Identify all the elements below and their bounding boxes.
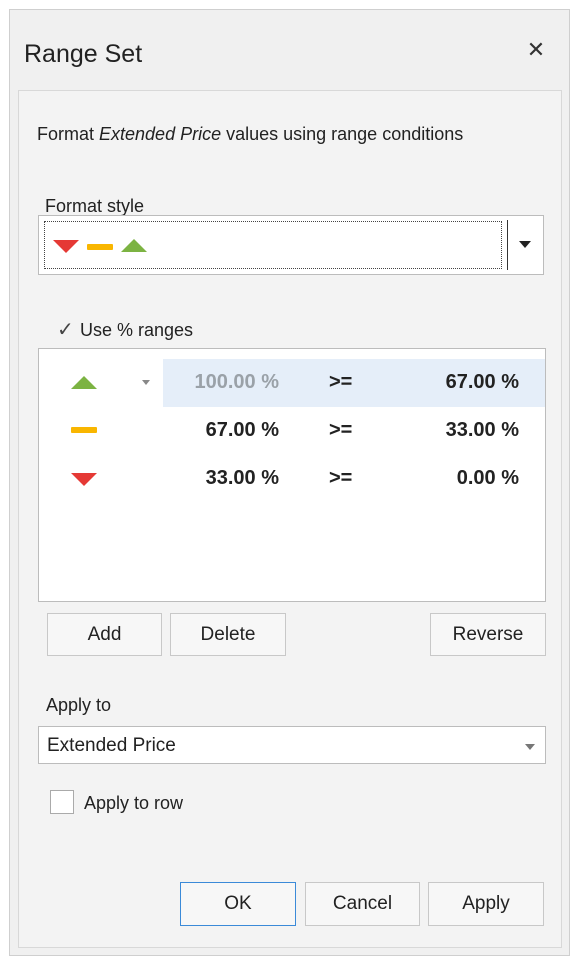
range-to-value[interactable]: 67.00 % <box>409 371 519 394</box>
apply-to-combo[interactable]: Extended Price <box>38 726 546 764</box>
range-row[interactable]: 33.00 % >= 0.00 % <box>39 455 545 503</box>
apply-to-value: Extended Price <box>47 735 176 756</box>
range-from-value[interactable]: 33.00 % <box>179 467 279 490</box>
dialog-title: Range Set <box>24 40 143 68</box>
format-style-combo[interactable] <box>38 215 544 275</box>
range-operator[interactable]: >= <box>329 467 352 490</box>
apply-button[interactable]: Apply <box>428 882 544 926</box>
ok-button[interactable]: OK <box>180 882 296 926</box>
apply-to-label: Apply to <box>46 695 112 715</box>
ranges-grid: 100.00 % >= 67.00 % 67.00 % >= 33.00 % 3… <box>38 348 546 602</box>
range-to-value[interactable]: 33.00 % <box>409 419 519 442</box>
range-to-value[interactable]: 0.00 % <box>409 467 519 490</box>
yellow-dash-icon[interactable] <box>71 427 97 433</box>
use-percent-checkbox[interactable]: ✓ <box>55 319 74 341</box>
format-style-label: Format style <box>45 196 145 216</box>
range-from-value[interactable]: 100.00 % <box>179 371 279 394</box>
range-operator[interactable]: >= <box>329 371 352 394</box>
yellow-dash-icon <box>87 244 113 250</box>
cancel-button[interactable]: Cancel <box>305 882 420 926</box>
range-from-value[interactable]: 67.00 % <box>179 419 279 442</box>
range-row[interactable]: 100.00 % >= 67.00 % <box>39 359 545 407</box>
reverse-button[interactable]: Reverse <box>430 613 546 656</box>
chevron-down-icon[interactable] <box>525 744 535 750</box>
apply-to-row-label: Apply to row <box>84 793 184 813</box>
chevron-down-icon[interactable] <box>519 241 531 248</box>
description-suffix: values using range conditions <box>221 124 464 144</box>
green-up-triangle-icon[interactable] <box>71 376 97 389</box>
chevron-down-icon[interactable] <box>142 380 150 385</box>
close-icon[interactable]: ✕ <box>525 39 547 61</box>
title-bar: Range Set ✕ <box>10 10 569 88</box>
red-down-triangle-icon[interactable] <box>71 473 97 486</box>
description-text: Format Extended Price values using range… <box>37 123 467 145</box>
apply-to-row-checkbox[interactable] <box>50 790 74 814</box>
format-style-value <box>44 221 502 269</box>
range-operator[interactable]: >= <box>329 419 352 442</box>
description-field: Extended Price <box>99 124 222 144</box>
combo-separator <box>507 220 508 270</box>
checkmark-icon: ✓ <box>57 319 74 341</box>
description-prefix: Format <box>37 124 100 144</box>
use-percent-label: Use % ranges <box>80 320 194 340</box>
delete-button[interactable]: Delete <box>170 613 286 656</box>
add-button[interactable]: Add <box>47 613 162 656</box>
range-row[interactable]: 67.00 % >= 33.00 % <box>39 407 545 455</box>
green-up-triangle-icon <box>121 239 147 252</box>
red-down-triangle-icon <box>53 240 79 253</box>
